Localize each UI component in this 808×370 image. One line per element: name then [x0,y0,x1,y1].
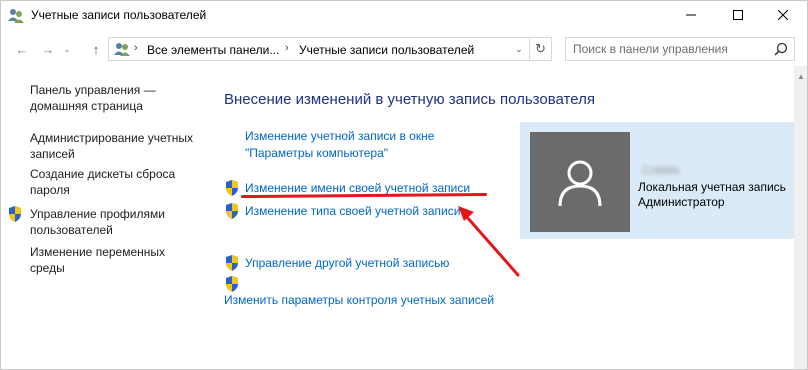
refresh-button[interactable]: ↻ [530,37,552,61]
uac-shield-icon [226,203,238,219]
users-icon [8,9,24,23]
change-account-type-link[interactable]: Изменение типа своей учетной записи [245,203,460,220]
maximize-icon [733,10,743,20]
sidebar-item-label: записей [30,147,75,161]
minimize-button[interactable] [668,0,714,30]
link-label: "Параметры компьютера" [245,146,388,160]
uac-shield-icon [226,276,238,292]
uac-shield-icon [9,206,21,222]
control-panel-icon [114,43,130,56]
account-name: Cobble [642,163,681,177]
account-card: Cobble Локальная учетная запись Админист… [520,122,797,239]
recent-locations-button[interactable]: ⌄ [60,38,74,60]
avatar [530,132,630,232]
left-pane: Панель управления — домашняя страница Ад… [0,66,215,370]
up-button[interactable]: ↑ [85,38,107,60]
close-button[interactable] [760,0,806,30]
minimize-icon [686,14,696,16]
breadcrumb-all-items[interactable]: Все элементы панели... [147,43,279,57]
sidebar-item-manage-profiles[interactable]: Управление профилями пользователей [30,206,210,238]
page-title: Внесение изменений в учетную запись поль… [224,91,595,108]
user-icon [558,160,602,207]
link-label: Изменение учетной записи в окне [245,129,435,143]
search-box[interactable] [565,37,795,61]
scrollbar[interactable]: ▲ [794,66,808,370]
pc-settings-link[interactable]: Изменение учетной записи в окне "Парамет… [245,128,434,162]
sidebar-item-label: среды [30,261,65,275]
uac-shield-icon [226,255,238,271]
sidebar-item-label: домашняя страница [30,99,143,113]
sidebar-item-label: Панель управления — [30,83,156,97]
sidebar-item-label: пароля [30,183,70,197]
back-button[interactable]: ← [11,38,33,60]
address-bar[interactable]: › Все элементы панели... › Учетные запис… [108,37,530,61]
sidebar-item-label: Управление профилями [30,207,165,221]
navigation-bar: ← → ⌄ ↑ › Все элементы панели... › Учетн… [0,32,808,66]
uac-settings-link[interactable]: Изменить параметры контроля учетных запи… [224,292,494,309]
sidebar-item-reset-disk[interactable]: Создание дискеты сброса пароля [30,166,210,198]
uac-shield-icon [226,180,238,196]
sidebar-item-home[interactable]: Панель управления — домашняя страница [30,82,210,114]
manage-other-account-link[interactable]: Управление другой учетной записью [245,255,449,272]
sidebar-item-label: Создание дискеты сброса [30,167,176,181]
sidebar-item-environment-variables[interactable]: Изменение переменных среды [30,244,210,276]
account-type: Локальная учетная запись [638,180,786,194]
breadcrumb-user-accounts[interactable]: Учетные записи пользователей [299,43,474,57]
search-input[interactable] [573,42,763,56]
window-title: Учетные записи пользователей [31,8,207,22]
breadcrumb-separator[interactable]: › [285,42,289,54]
search-icon[interactable] [774,42,788,56]
forward-button[interactable]: → [37,38,59,60]
title-bar: Учетные записи пользователей [0,0,808,32]
scroll-up-icon[interactable]: ▲ [794,70,808,82]
refresh-icon: ↻ [535,41,546,56]
sidebar-item-manage-accounts[interactable]: Администрирование учетных записей [30,130,210,162]
address-dropdown-button[interactable]: ⌄ [509,38,529,60]
account-role: Администратор [638,195,725,209]
sidebar-item-label: пользователей [30,223,113,237]
close-icon [778,10,788,20]
sidebar-item-label: Администрирование учетных [30,131,194,145]
breadcrumb-separator[interactable]: › [134,42,138,54]
sidebar-item-label: Изменение переменных [30,245,166,259]
maximize-button[interactable] [715,0,761,30]
